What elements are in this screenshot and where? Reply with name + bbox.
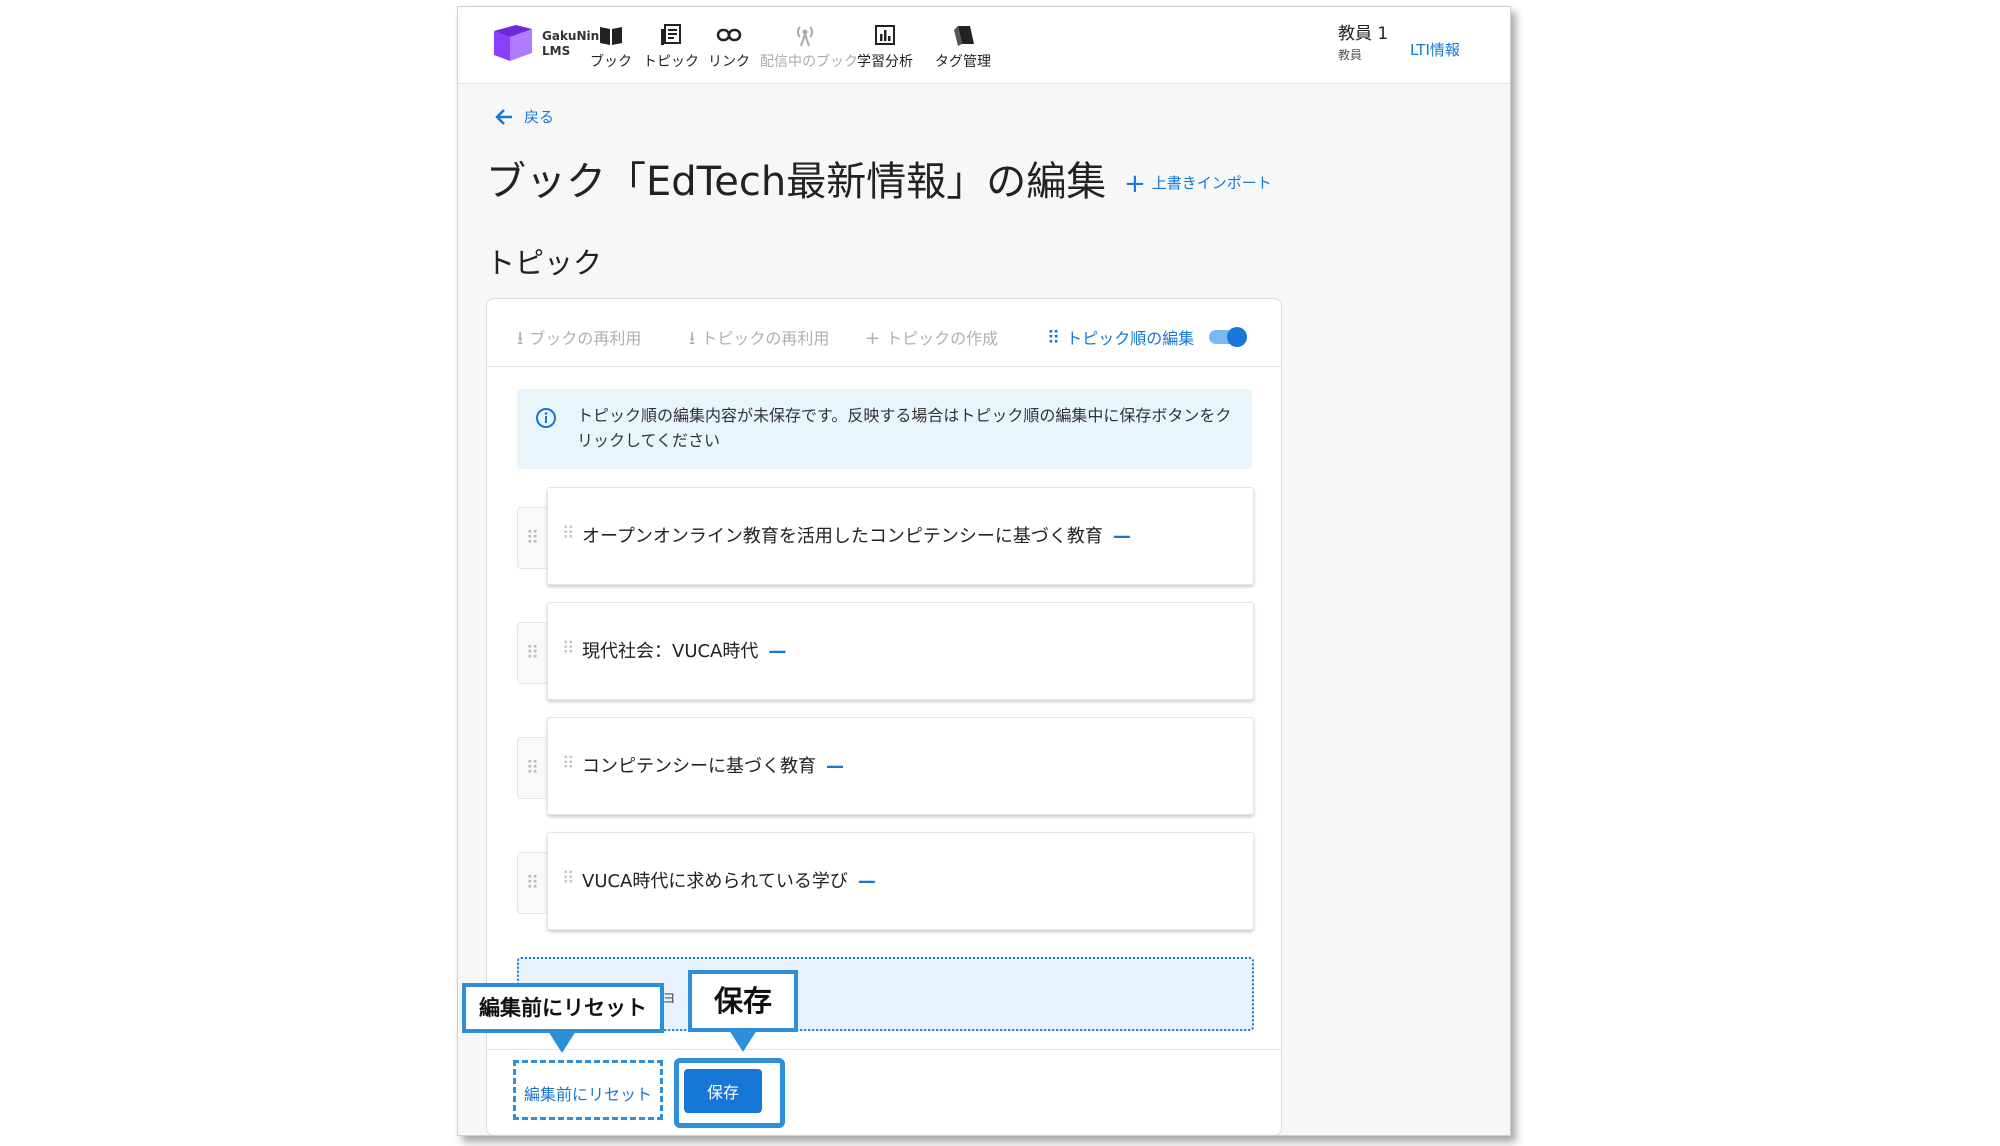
- download-icon: ⭳: [689, 328, 696, 349]
- gakunin-logo-icon[interactable]: [492, 25, 534, 63]
- back-link[interactable]: 戻る: [494, 106, 554, 127]
- user-role: 教員: [1338, 48, 1363, 62]
- unsaved-info-alert: トピック順の編集内容が未保存です。反映する場合はトピック順の編集中に保存ボタンを…: [517, 389, 1252, 469]
- chart-icon: [840, 23, 930, 49]
- row-drag-handle[interactable]: ⠿: [517, 622, 548, 684]
- reuse-book-button[interactable]: ⭳ ブックの再利用: [517, 325, 641, 356]
- top-header: GakuNin LMS ブック トピック リンク 配信中のブック 学習分析 タグ…: [458, 7, 1510, 84]
- topics-toolbar: ⭳ ブックの再利用 ⭳ トピックの再利用 + トピックの作成 ⠿ トピック順の編集: [487, 299, 1281, 367]
- user-name: 教員 1: [1338, 24, 1389, 44]
- topic-item[interactable]: ⠿ コンピテンシーに基づく教育 —: [547, 717, 1254, 815]
- edit-topic-order-button[interactable]: ⠿ トピック順の編集: [1047, 325, 1194, 349]
- topic-title: 現代社会：VUCA時代: [582, 641, 759, 662]
- drag-handle-icon: ⠿: [562, 524, 575, 544]
- topic-title: オープンオンライン教育を活用したコンピテンシーに基づく教育: [582, 526, 1103, 547]
- collapse-icon[interactable]: —: [826, 756, 844, 777]
- nav-broadcast-books[interactable]: 配信中のブック: [760, 23, 858, 71]
- save-button[interactable]: 保存: [684, 1069, 762, 1113]
- plus-icon: +: [865, 328, 881, 349]
- reuse-topic-button[interactable]: ⭳ トピックの再利用: [689, 325, 829, 356]
- tag-icon: [918, 23, 1008, 49]
- reset-callout: 編集前にリセット: [462, 983, 664, 1033]
- reset-to-before-edit-button[interactable]: 編集前にリセット: [524, 1081, 652, 1105]
- row-drag-handle[interactable]: ⠿: [517, 852, 548, 914]
- collapse-icon[interactable]: —: [858, 871, 876, 892]
- topic-item[interactable]: ⠿ 現代社会：VUCA時代 —: [547, 602, 1254, 700]
- reset-callout-arrow: [548, 1031, 576, 1053]
- save-callout: 保存: [688, 970, 798, 1032]
- section-title-topics: トピック: [486, 246, 603, 280]
- info-icon: [536, 408, 556, 428]
- broadcast-icon: [760, 23, 850, 49]
- drag-handle-icon: ⠿: [526, 643, 539, 664]
- page-title: ブック「EdTech最新情報」の編集: [486, 159, 1107, 205]
- drag-handle-icon: ⠿: [562, 639, 575, 659]
- save-callout-arrow: [729, 1030, 757, 1052]
- drag-handle-icon: ⠿: [526, 528, 539, 549]
- topic-title: コンピテンシーに基づく教育: [582, 756, 816, 777]
- topic-row[interactable]: ⠿ ⠿ 現代社会：VUCA時代 —: [517, 602, 1254, 702]
- lti-info-link[interactable]: LTI情報: [1410, 39, 1460, 60]
- download-icon: ⭳: [517, 328, 524, 349]
- user-info[interactable]: 教員 1 教員: [1338, 19, 1388, 63]
- collapse-icon[interactable]: —: [1113, 526, 1131, 547]
- nav-tag-management[interactable]: タグ管理: [918, 23, 1008, 71]
- drag-handle-icon: ⠿: [562, 754, 575, 774]
- topic-row[interactable]: ⠿ ⠿ オープンオンライン教育を活用したコンピテンシーに基づく教育 —: [517, 487, 1254, 587]
- arrow-left-icon: [495, 109, 512, 125]
- app-window: GakuNin LMS ブック トピック リンク 配信中のブック 学習分析 タグ…: [457, 6, 1511, 1136]
- create-topic-button[interactable]: + トピックの作成: [865, 325, 998, 349]
- drag-handle-icon: ⠿: [1047, 328, 1061, 349]
- drag-handle-icon: ⠿: [526, 873, 539, 894]
- collapse-icon[interactable]: —: [768, 641, 786, 662]
- plus-icon: +: [1124, 169, 1146, 199]
- info-message: トピック順の編集内容が未保存です。反映する場合はトピック順の編集中に保存ボタンを…: [577, 406, 1232, 450]
- topic-item[interactable]: ⠿ VUCA時代に求められている学び —: [547, 832, 1254, 930]
- topic-row[interactable]: ⠿ ⠿ コンピテンシーに基づく教育 —: [517, 717, 1254, 817]
- footer-divider: [487, 1049, 1281, 1050]
- drag-handle-icon: ⠿: [526, 758, 539, 779]
- row-drag-handle[interactable]: ⠿: [517, 507, 548, 569]
- nav-learning-analytics[interactable]: 学習分析: [840, 23, 930, 71]
- topic-row[interactable]: ⠿ ⠿ VUCA時代に求められている学び —: [517, 832, 1254, 932]
- topic-item[interactable]: ⠿ オープンオンライン教育を活用したコンピテンシーに基づく教育 —: [547, 487, 1254, 585]
- topic-title: VUCA時代に求められている学び: [582, 871, 848, 892]
- row-drag-handle[interactable]: ⠿: [517, 737, 548, 799]
- edit-order-toggle[interactable]: [1209, 327, 1247, 347]
- overwrite-import-button[interactable]: + 上書きインポート: [1124, 169, 1272, 199]
- drag-handle-icon: ⠿: [562, 869, 575, 889]
